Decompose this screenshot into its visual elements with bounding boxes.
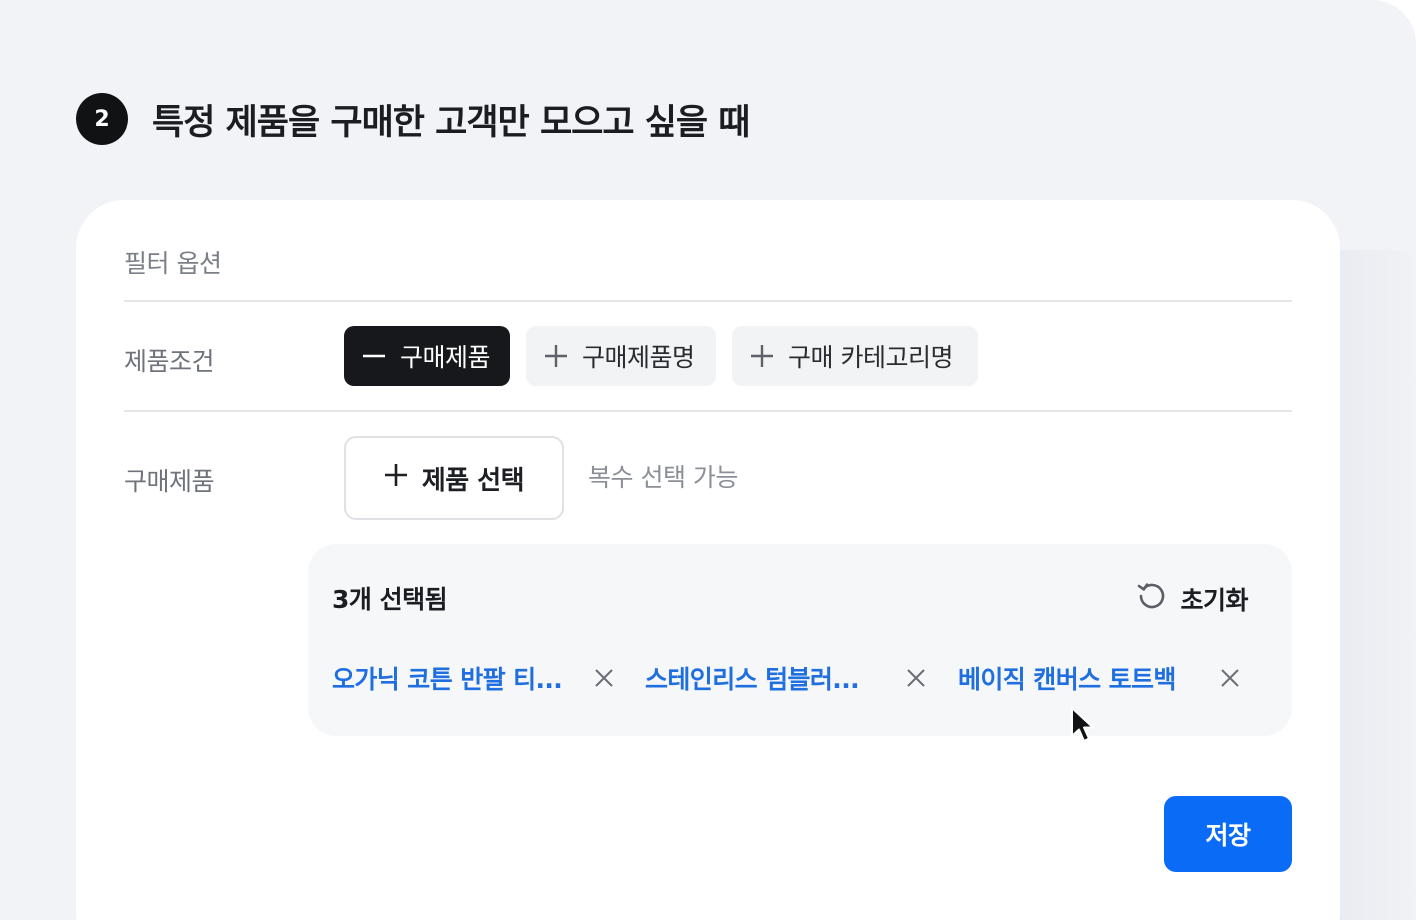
selected-count: 3개 선택됨 xyxy=(332,585,448,614)
divider xyxy=(124,300,1292,302)
minus-icon xyxy=(360,342,388,370)
chip-purchase-product-name[interactable]: 구매제품명 xyxy=(526,326,716,386)
remove-tag-icon[interactable] xyxy=(1218,666,1242,690)
product-condition-label: 제품조건 xyxy=(124,347,215,376)
reset-icon xyxy=(1136,580,1168,618)
reset-button[interactable]: 초기화 xyxy=(1136,580,1248,618)
remove-tag-icon[interactable] xyxy=(592,666,616,690)
chip-label: 구매제품명 xyxy=(582,343,695,372)
filter-options-label: 필터 옵션 xyxy=(124,249,222,278)
step-title: 특정 제품을 구매한 고객만 모으고 싶을 때 xyxy=(152,102,751,143)
plus-icon xyxy=(542,342,570,370)
page-frame: 2 특정 제품을 구매한 고객만 모으고 싶을 때 필터 옵션 제품조건 구매제… xyxy=(0,0,1416,920)
plus-icon xyxy=(748,342,776,370)
select-product-label: 제품 선택 xyxy=(421,465,525,496)
select-product-button[interactable]: 제품 선택 xyxy=(344,436,564,520)
divider xyxy=(124,410,1292,412)
step-header: 2 특정 제품을 구매한 고객만 모으고 싶을 때 xyxy=(76,92,751,146)
chip-purchase-product[interactable]: 구매제품 xyxy=(344,326,510,386)
step-number-badge: 2 xyxy=(76,93,128,145)
save-button[interactable]: 저장 xyxy=(1164,796,1292,872)
selected-products-panel: 3개 선택됨 초기화 오가닉 코튼 반팔 티... 스테인리스 텀블러... 베… xyxy=(308,544,1292,736)
filter-card: 필터 옵션 제품조건 구매제품 구매제품명 구매 카테고리명 구매제품 제품 선… xyxy=(76,200,1340,920)
multi-select-hint: 복수 선택 가능 xyxy=(588,463,738,492)
reset-label: 초기화 xyxy=(1180,586,1248,615)
selected-tag-label: 베이직 캔버스 토트백 xyxy=(958,665,1176,694)
remove-tag-icon[interactable] xyxy=(904,666,928,690)
chip-purchase-category-name[interactable]: 구매 카테고리명 xyxy=(732,326,978,386)
chip-label: 구매제품 xyxy=(400,343,491,372)
selected-tag-label: 스테인리스 텀블러... xyxy=(645,665,860,694)
purchase-product-label: 구매제품 xyxy=(124,467,215,496)
selected-tag-label: 오가닉 코튼 반팔 티... xyxy=(332,665,563,694)
plus-icon xyxy=(384,463,408,494)
chip-label: 구매 카테고리명 xyxy=(788,343,953,372)
mouse-cursor-icon xyxy=(1070,706,1096,748)
